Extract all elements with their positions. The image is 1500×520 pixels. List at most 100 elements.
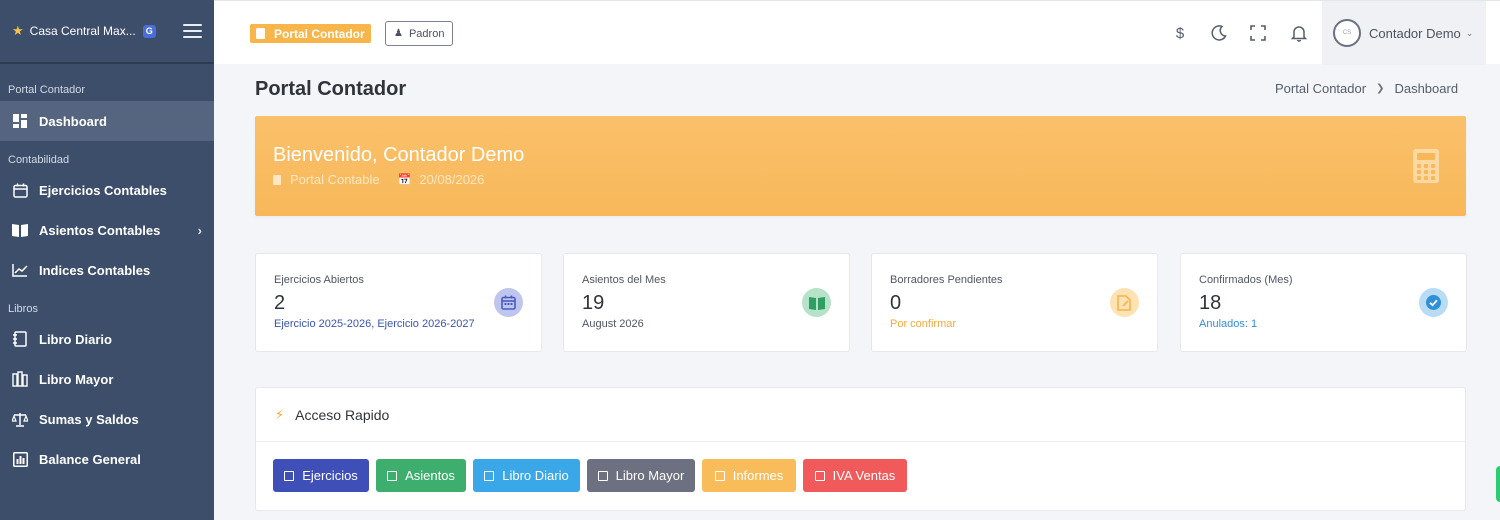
journal-icon [484,470,495,481]
stat-label: Confirmados (Mes) [1199,274,1293,286]
section-label-libros: Libros [8,303,38,315]
draft-icon [1110,288,1139,317]
stat-sub: Por confirmar [890,318,957,330]
stat-label: Ejercicios Abiertos [274,274,364,286]
dashboard-icon [12,113,28,129]
stat-sub: Ejercicio 2025-2026, Ejercicio 2026-2027 [274,318,475,330]
calculator-icon [1413,149,1439,183]
button-label: Asientos [405,468,455,483]
line-chart-icon [12,262,28,278]
bolt-icon: ⚡ [275,406,285,422]
quick-iva-ventas-button[interactable]: IVA Ventas [803,459,907,492]
breadcrumb-item-dashboard: Dashboard [1394,81,1459,96]
stat-label: Borradores Pendientes [890,274,1003,286]
quick-access-title: Acceso Rapido [295,406,390,423]
quick-ejercicios-button[interactable]: Ejercicios [273,459,369,492]
star-icon: ★ [12,23,24,38]
quick-informes-button[interactable]: Informes [702,459,796,492]
calculator-icon [256,28,265,39]
avatar: CS [1333,19,1361,47]
sidebar-item-label: Ejercicios Contables [39,182,167,198]
chevron-right-icon: › [197,222,202,238]
padron-button-label: Padron [408,27,445,40]
scale-icon [12,411,28,427]
stat-card-confirmados: Confirmados (Mes) 18 Anulados: 1 [1180,253,1467,352]
sidebar-item-sumas-saldos[interactable]: Sumas y Saldos [0,399,214,439]
button-label: Ejercicios [302,468,358,483]
hamburger-menu-icon[interactable] [183,24,202,38]
brand-bar: ★ Casa Central Max... G [0,0,214,64]
chevron-right-icon: ❯ [1376,83,1385,94]
sidebar-item-indices[interactable]: Indices Contables [0,250,214,290]
calendar-icon [12,182,28,198]
brand-badge: G [142,24,156,38]
banner-portal-label: Portal Contable [290,172,380,187]
user-name: Contador Demo [1369,25,1461,41]
sidebar-item-label: Libro Mayor [39,371,114,387]
quick-libro-diario-button[interactable]: Libro Diario [473,459,580,492]
sidebar-item-asientos[interactable]: Asientos Contables › [0,210,214,250]
check-badge-icon [1419,288,1448,317]
calendar-icon: 📅 [397,174,412,186]
stat-label: Asientos del Mes [582,274,666,286]
stat-sub: August 2026 [582,318,644,330]
breadcrumb: Portal Contador ❯ Dashboard [1275,81,1458,96]
user-icon: ♟ [394,28,403,39]
sidebar-item-dashboard[interactable]: Dashboard [0,101,214,141]
button-label: Libro Diario [502,468,569,483]
stat-value: 0 [890,292,902,314]
padron-button[interactable]: ♟ Padron [385,21,454,46]
journal-icon [12,331,28,347]
sidebar-item-label: Libro Diario [39,331,112,347]
sidebar-item-label: Balance General [39,451,141,467]
file-icon [814,470,825,481]
button-label: Libro Mayor [615,468,685,483]
banner-date: 20/08/2026 [419,172,485,187]
bar-chart-icon [714,470,725,481]
quick-libro-mayor-button[interactable]: Libro Mayor [587,459,695,492]
sidebar-item-ejercicios[interactable]: Ejercicios Contables [0,170,214,210]
sidebar: ★ Casa Central Max... G Portal Contador … [0,0,214,520]
book-open-icon [387,470,398,481]
dollar-icon[interactable]: $ [1170,23,1190,43]
section-label-portal: Portal Contador [8,84,86,96]
calendar-icon [284,470,295,481]
calculator-icon [273,174,281,185]
sidebar-item-label: Sumas y Saldos [39,411,139,427]
stat-card-borradores: Borradores Pendientes 0 Por confirmar [871,253,1158,352]
button-label: Informes [732,468,784,483]
section-label-contabilidad: Contabilidad [8,154,70,166]
page-title: Portal Contador [255,78,407,100]
bell-icon[interactable] [1289,23,1309,43]
brand-name[interactable]: Casa Central Max... [30,24,136,38]
chevron-down-icon: ⌄ [1465,27,1474,38]
calendar-icon [494,288,523,317]
banner-title: Bienvenido, Contador Demo [273,144,525,166]
stat-card-ejercicios: Ejercicios Abiertos 2 Ejercicio 2025-202… [255,253,542,352]
quick-access-header: ⚡ Acceso Rapido [256,388,1465,442]
stat-value: 19 [582,292,605,314]
sidebar-item-libro-mayor[interactable]: Libro Mayor [0,359,214,399]
floating-tab[interactable] [1496,466,1500,502]
fullscreen-icon[interactable] [1248,23,1268,43]
stat-value: 18 [1199,292,1222,314]
quick-asientos-button[interactable]: Asientos [376,459,466,492]
banner-subtitle: Portal Contable 📅 20/08/2026 [273,172,484,187]
books-icon [597,470,608,481]
books-icon [12,371,28,387]
bar-chart-icon [12,451,28,467]
book-open-icon [12,222,28,238]
user-menu[interactable]: CS Contador Demo ⌄ [1322,1,1486,65]
welcome-banner: Bienvenido, Contador Demo Portal Contabl… [255,116,1466,216]
sidebar-item-balance[interactable]: Balance General [0,439,214,479]
portal-pill: Portal Contador [250,24,371,43]
moon-icon[interactable] [1209,23,1229,43]
stat-value: 2 [274,292,286,314]
breadcrumb-item-portal[interactable]: Portal Contador [1275,81,1366,96]
button-label: IVA Ventas [832,468,896,483]
topbar: Portal Contador ♟ Padron $ CS Contador D… [214,0,1500,65]
quick-access-card: ⚡ Acceso Rapido Ejercicios Asientos Libr… [255,387,1466,511]
sidebar-item-libro-diario[interactable]: Libro Diario [0,319,214,359]
book-open-icon [802,288,831,317]
sidebar-item-label: Dashboard [39,113,107,129]
